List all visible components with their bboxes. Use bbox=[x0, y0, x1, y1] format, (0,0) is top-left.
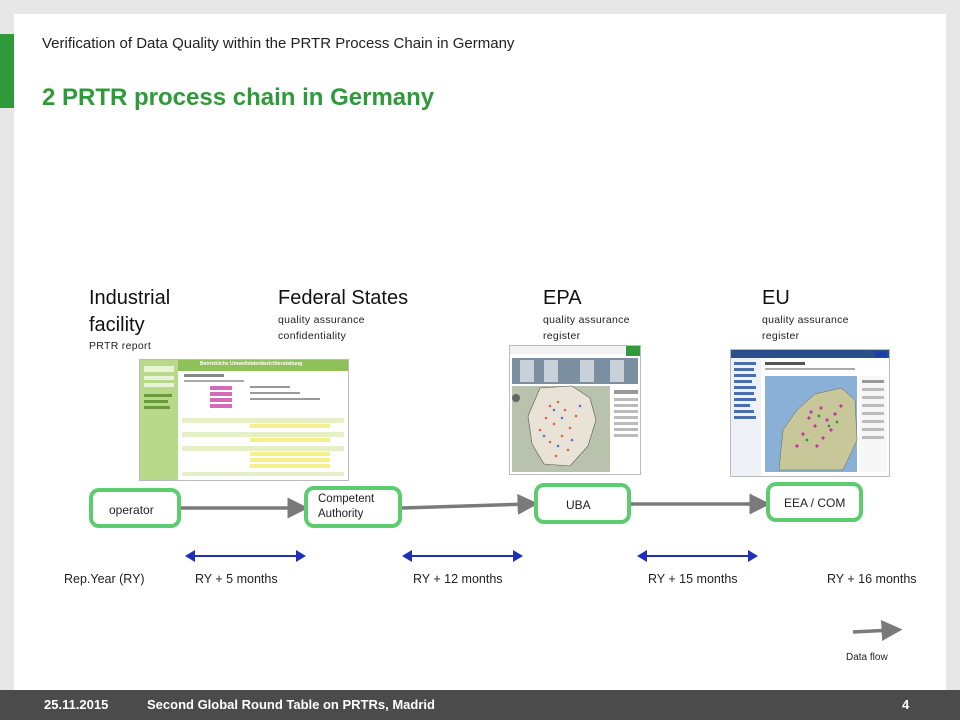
timeline-label-12-months: RY + 12 months bbox=[413, 572, 503, 586]
node-operator: operator bbox=[89, 488, 181, 528]
diagram-arrows bbox=[181, 493, 903, 642]
footer-date: 25.11.2015 bbox=[44, 697, 109, 712]
node-competent-authority: Competent Authority bbox=[304, 486, 402, 528]
footer-bar: 25.11.2015 Second Global Round Table on … bbox=[0, 690, 960, 720]
node-uba: UBA bbox=[534, 483, 631, 524]
footer-page-number: 4 bbox=[902, 697, 910, 712]
timeline-label-16-months: RY + 16 months bbox=[827, 572, 917, 586]
node-competent-line1: Competent bbox=[318, 493, 375, 505]
node-operator-label: operator bbox=[109, 503, 154, 517]
node-eea-com: EEA / COM bbox=[766, 482, 863, 522]
flow-arrow-authority-to-uba bbox=[401, 493, 539, 515]
timeline-label-reporting-year: Rep.Year (RY) bbox=[64, 572, 145, 586]
legend-flow-arrow bbox=[852, 620, 903, 642]
footer-event: Second Global Round Table on PRTRs, Madr… bbox=[147, 697, 435, 712]
timeline-label-5-months: RY + 5 months bbox=[195, 572, 278, 586]
node-uba-label: UBA bbox=[566, 498, 591, 512]
timeline-label-15-months: RY + 15 months bbox=[648, 572, 738, 586]
node-competent-line2: Authority bbox=[318, 508, 364, 520]
node-eea-label: EEA / COM bbox=[784, 496, 846, 510]
legend-data-flow-label: Data flow bbox=[846, 652, 888, 663]
